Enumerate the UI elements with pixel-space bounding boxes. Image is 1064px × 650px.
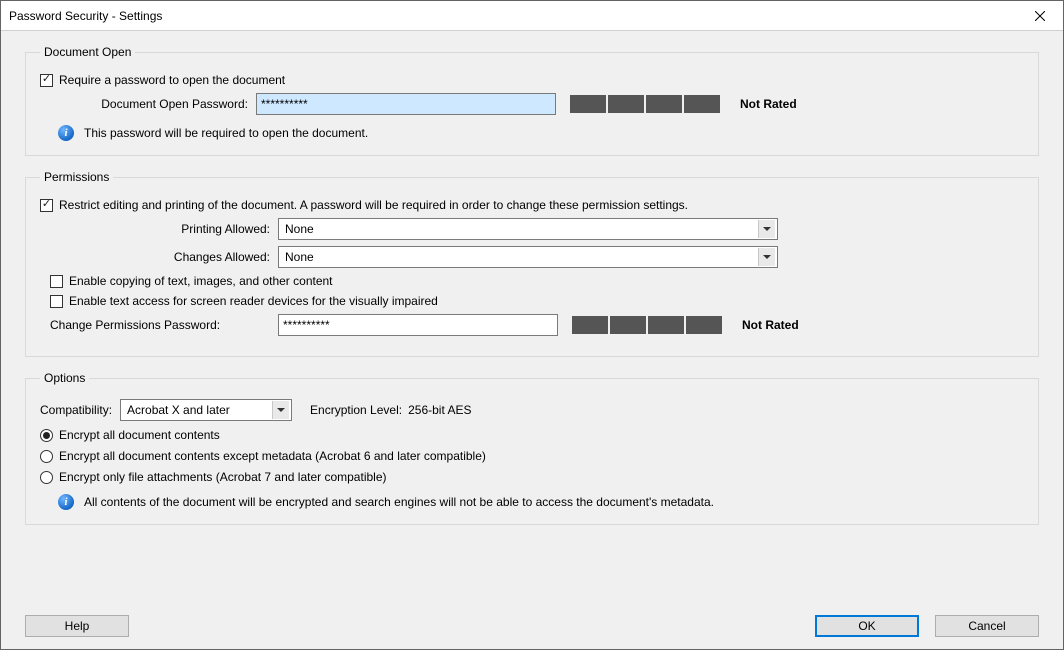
doc-password-input[interactable] — [256, 93, 556, 115]
compatibility-select[interactable]: Acrobat X and later — [120, 399, 292, 421]
enable-screen-reader-checkbox[interactable]: Enable text access for screen reader dev… — [50, 294, 1024, 308]
help-button-label: Help — [65, 619, 90, 633]
strength-segment — [684, 95, 720, 113]
dialog-content: Document Open Require a password to open… — [1, 31, 1063, 649]
checkbox-icon — [50, 275, 63, 288]
legend-document-open: Document Open — [40, 45, 135, 59]
encrypt-except-metadata-label: Encrypt all document contents except met… — [59, 449, 486, 463]
perm-password-strength-meter — [572, 316, 722, 334]
printing-allowed-label: Printing Allowed: — [40, 222, 270, 236]
doc-password-strength-meter — [570, 95, 720, 113]
ok-button-label: OK — [858, 619, 875, 633]
row-printing-allowed: Printing Allowed: None — [40, 218, 1024, 240]
strength-segment — [572, 316, 608, 334]
strength-segment — [608, 95, 644, 113]
doc-open-info-row: i This password will be required to open… — [58, 125, 1024, 141]
chevron-down-icon — [758, 248, 775, 266]
enable-copying-checkbox[interactable]: Enable copying of text, images, and othe… — [50, 274, 1024, 288]
encrypt-all-label: Encrypt all document contents — [59, 428, 220, 442]
doc-open-info-text: This password will be required to open t… — [84, 126, 368, 140]
changes-allowed-label: Changes Allowed: — [40, 250, 270, 264]
options-info-row: i All contents of the document will be e… — [58, 494, 1024, 510]
cancel-button-label: Cancel — [968, 619, 1005, 633]
printing-allowed-select[interactable]: None — [278, 218, 778, 240]
group-document-open: Document Open Require a password to open… — [25, 45, 1039, 156]
titlebar: Password Security - Settings — [1, 1, 1063, 31]
strength-segment — [610, 316, 646, 334]
checkbox-icon — [40, 74, 53, 87]
info-icon: i — [58, 125, 74, 141]
group-options: Options Compatibility: Acrobat X and lat… — [25, 371, 1039, 525]
info-icon: i — [58, 494, 74, 510]
perm-password-label: Change Permissions Password: — [50, 318, 270, 332]
encrypt-attachments-radio[interactable]: Encrypt only file attachments (Acrobat 7… — [40, 470, 1024, 484]
require-password-label: Require a password to open the document — [59, 73, 285, 87]
options-info-text: All contents of the document will be enc… — [84, 495, 714, 509]
doc-password-rating: Not Rated — [740, 97, 797, 111]
changes-allowed-select[interactable]: None — [278, 246, 778, 268]
row-changes-allowed: Changes Allowed: None — [40, 246, 1024, 268]
encryption-level-label: Encryption Level: — [310, 403, 402, 417]
perm-password-input[interactable] — [278, 314, 558, 336]
enable-copying-label: Enable copying of text, images, and othe… — [69, 274, 333, 288]
row-doc-password: Document Open Password: Not Rated — [58, 93, 1024, 115]
chevron-down-icon — [758, 220, 775, 238]
enable-screen-reader-label: Enable text access for screen reader dev… — [69, 294, 438, 308]
ok-button[interactable]: OK — [815, 615, 919, 637]
encryption-level-value: 256-bit AES — [408, 403, 471, 417]
strength-segment — [648, 316, 684, 334]
checkbox-icon — [50, 295, 63, 308]
require-password-checkbox[interactable]: Require a password to open the document — [40, 73, 1024, 87]
close-button[interactable] — [1017, 1, 1063, 31]
strength-segment — [570, 95, 606, 113]
row-compatibility: Compatibility: Acrobat X and later Encry… — [40, 399, 1024, 421]
group-permissions: Permissions Restrict editing and printin… — [25, 170, 1039, 357]
changes-allowed-value: None — [285, 250, 314, 264]
cancel-button[interactable]: Cancel — [935, 615, 1039, 637]
button-bar: Help OK Cancel — [25, 615, 1039, 637]
restrict-editing-label: Restrict editing and printing of the doc… — [59, 198, 688, 212]
radio-icon — [40, 450, 53, 463]
radio-icon — [40, 429, 53, 442]
close-icon — [1035, 11, 1045, 21]
radio-icon — [40, 471, 53, 484]
restrict-editing-checkbox[interactable]: Restrict editing and printing of the doc… — [40, 198, 1024, 212]
window-title: Password Security - Settings — [9, 9, 162, 23]
strength-segment — [686, 316, 722, 334]
perm-password-rating: Not Rated — [742, 318, 799, 332]
encrypt-attachments-label: Encrypt only file attachments (Acrobat 7… — [59, 470, 387, 484]
checkbox-icon — [40, 199, 53, 212]
compatibility-label: Compatibility: — [40, 403, 112, 417]
strength-segment — [646, 95, 682, 113]
right-button-group: OK Cancel — [815, 615, 1039, 637]
encrypt-except-metadata-radio[interactable]: Encrypt all document contents except met… — [40, 449, 1024, 463]
chevron-down-icon — [272, 401, 289, 419]
dialog-window: Password Security - Settings Document Op… — [0, 0, 1064, 650]
printing-allowed-value: None — [285, 222, 314, 236]
help-button[interactable]: Help — [25, 615, 129, 637]
row-perm-password: Change Permissions Password: Not Rated — [50, 314, 1024, 336]
legend-permissions: Permissions — [40, 170, 113, 184]
legend-options: Options — [40, 371, 89, 385]
doc-password-label: Document Open Password: — [58, 97, 248, 111]
compatibility-value: Acrobat X and later — [127, 403, 230, 417]
encrypt-all-radio[interactable]: Encrypt all document contents — [40, 428, 1024, 442]
